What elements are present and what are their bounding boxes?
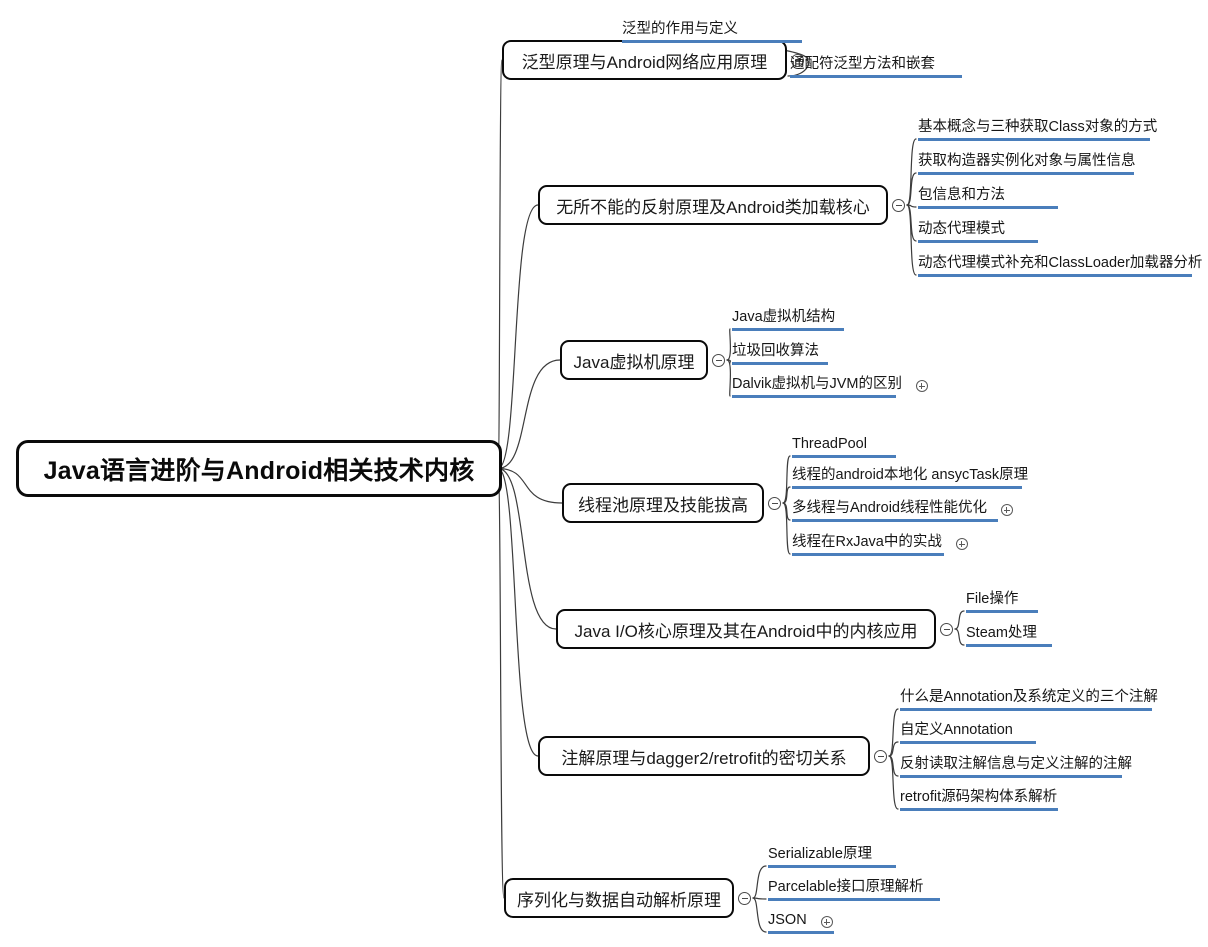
leaf-label: 自定义Annotation [900,722,1013,738]
leaf-node[interactable]: 动态代理模式 [918,220,1038,243]
leaf-label: 动态代理模式 [918,221,1005,237]
leaf-label: 包信息和方法 [918,187,1005,203]
leaf-underline [918,206,1058,209]
leaf-label: 基本概念与三种获取Class对象的方式 [918,119,1158,135]
leaf-label: 什么是Annotation及系统定义的三个注解 [900,689,1158,705]
leaf-node[interactable]: 基本概念与三种获取Class对象的方式 [918,118,1158,141]
topic-label-serialization: 序列化与数据自动解析原理 [517,890,721,910]
collapse-toggle-reflection[interactable] [892,198,905,212]
topic-node-javaio[interactable]: Java I/O核心原理及其在Android中的内核应用 [556,609,936,649]
leaf-underline [732,328,844,331]
leaf-label: Java虚拟机结构 [732,309,836,325]
leaf-underline [966,610,1038,613]
leaf-label: ThreadPool [792,436,867,452]
leaf-underline [792,519,998,522]
root-node[interactable]: Java语言进阶与Android相关技术内核 [16,440,502,497]
expand-toggle-icon[interactable] [915,380,928,392]
leaf-label: File操作 [966,591,1019,607]
leaf-underline [768,898,940,901]
mindmap-canvas: Java语言进阶与Android相关技术内核 泛型原理与Android网络应用原… [0,0,1208,947]
leaf-node[interactable]: retrofit源码架构体系解析 [900,788,1058,811]
leaf-label: Parcelable接口原理解析 [768,879,924,895]
leaf-underline [900,775,1122,778]
leaf-node[interactable]: Steam处理 [966,624,1052,647]
leaf-underline [790,75,962,78]
leaf-node[interactable]: 垃圾回收算法 [732,342,828,365]
leaf-node[interactable]: 包信息和方法 [918,186,1058,209]
topic-label-reflection: 无所不能的反射原理及Android类加载核心 [556,197,870,217]
topic-node-reflection[interactable]: 无所不能的反射原理及Android类加载核心 [538,185,888,225]
leaf-underline [900,808,1058,811]
leaf-label: 动态代理模式补充和ClassLoader加载器分析 [918,255,1203,271]
leaf-label: 多线程与Android线程性能优化 [792,500,987,516]
leaf-underline [918,138,1150,141]
leaf-node[interactable]: JSON [768,911,834,934]
leaf-underline [768,865,896,868]
topic-label-jvm: Java虚拟机原理 [573,352,695,372]
topic-node-serialization[interactable]: 序列化与数据自动解析原理 [504,878,734,918]
collapse-toggle-annotation[interactable] [874,749,887,763]
leaf-node[interactable]: 多线程与Android线程性能优化 [792,499,1013,522]
leaf-underline [732,395,896,398]
collapse-toggle-serialization[interactable] [738,891,751,905]
topic-label-threadpool: 线程池原理及技能拔高 [578,495,748,515]
leaf-node[interactable]: 反射读取注解信息与定义注解的注解 [900,755,1132,778]
leaf-underline [900,741,1036,744]
collapse-toggle-threadpool[interactable] [768,496,781,510]
leaf-label: retrofit源码架构体系解析 [900,789,1058,805]
leaf-underline [792,486,1022,489]
leaf-underline [768,931,834,934]
leaf-label: 线程在RxJava中的实战 [792,534,942,550]
collapse-toggle-jvm[interactable] [712,353,725,367]
leaf-label: JSON [768,912,807,928]
leaf-node[interactable]: Serializable原理 [768,845,896,868]
topic-node-generics[interactable]: 泛型原理与Android网络应用原理 [502,40,787,80]
leaf-underline [792,455,896,458]
leaf-label: Dalvik虚拟机与JVM的区别 [732,376,902,392]
leaf-node[interactable]: 线程在RxJava中的实战 [792,533,968,556]
leaf-underline [918,274,1192,277]
leaf-underline [732,362,828,365]
leaf-underline [966,644,1052,647]
leaf-node[interactable]: 自定义Annotation [900,721,1036,744]
leaf-label: 线程的android本地化 ansycTask原理 [792,467,1029,483]
leaf-label: 垃圾回收算法 [732,343,819,359]
topic-label-annotation: 注解原理与dagger2/retrofit的密切关系 [561,748,847,768]
topic-label-generics: 泛型原理与Android网络应用原理 [521,52,768,72]
leaf-node[interactable]: Dalvik虚拟机与JVM的区别 [732,375,928,398]
leaf-underline [900,708,1152,711]
leaf-node[interactable]: 泛型的作用与定义 [622,20,802,43]
leaf-node[interactable]: Java虚拟机结构 [732,308,844,331]
expand-toggle-icon[interactable] [955,538,968,550]
leaf-node[interactable]: 通配符泛型方法和嵌套 [790,55,962,78]
leaf-underline [918,172,1134,175]
leaf-node[interactable]: Parcelable接口原理解析 [768,878,940,901]
topic-label-javaio: Java I/O核心原理及其在Android中的内核应用 [574,621,918,641]
expand-toggle-icon[interactable] [820,916,833,928]
topic-node-jvm[interactable]: Java虚拟机原理 [560,340,708,380]
leaf-underline [792,553,944,556]
leaf-label: Serializable原理 [768,846,872,862]
leaf-node[interactable]: 什么是Annotation及系统定义的三个注解 [900,688,1158,711]
leaf-label: Steam处理 [966,625,1037,641]
topic-node-threadpool[interactable]: 线程池原理及技能拔高 [562,483,764,523]
leaf-label: 反射读取注解信息与定义注解的注解 [900,756,1132,772]
leaf-node[interactable]: 线程的android本地化 ansycTask原理 [792,466,1029,489]
leaf-node[interactable]: File操作 [966,590,1038,613]
leaf-node[interactable]: ThreadPool [792,435,896,458]
expand-toggle-icon[interactable] [1000,504,1013,516]
leaf-node[interactable]: 动态代理模式补充和ClassLoader加载器分析 [918,254,1203,277]
leaf-underline [918,240,1038,243]
leaf-label: 通配符泛型方法和嵌套 [790,56,935,72]
leaf-label: 获取构造器实例化对象与属性信息 [918,153,1136,169]
collapse-toggle-javaio[interactable] [940,622,953,636]
leaf-node[interactable]: 获取构造器实例化对象与属性信息 [918,152,1136,175]
leaf-label: 泛型的作用与定义 [622,21,738,37]
topic-node-annotation[interactable]: 注解原理与dagger2/retrofit的密切关系 [538,736,870,776]
root-node-label: Java语言进阶与Android相关技术内核 [43,456,475,485]
leaf-underline [622,40,802,43]
